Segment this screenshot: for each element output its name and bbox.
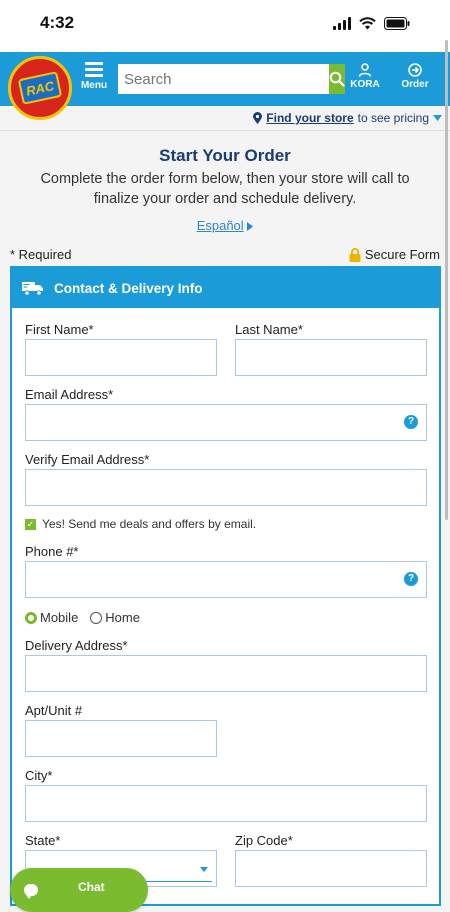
delivery-address-label: Delivery Address* [25,638,128,653]
kora-label: KORA [350,79,380,90]
form-section-title: Contact & Delivery Info [54,280,203,296]
home-radio[interactable] [90,611,103,624]
zip-code-label: Zip Code* [235,833,293,848]
required-note: * Required [10,247,72,262]
chevron-down-icon[interactable] [200,867,208,872]
menu-button[interactable]: Menu [78,62,110,91]
first-name-field[interactable] [25,339,217,376]
deals-checkbox-label: Yes! Send me deals and offers by email. [42,517,257,531]
form-section-header: Contact & Delivery Info [12,268,439,308]
status-bar: 4:32 [0,0,450,52]
chat-button[interactable]: Chat [10,868,148,912]
email-help-icon[interactable]: ? [404,415,418,429]
rac-logo[interactable]: RAC [8,56,72,120]
first-name-label: First Name* [25,322,94,337]
wifi-icon [359,16,376,30]
delivery-address-field[interactable] [25,655,427,692]
menu-label: Menu [80,80,108,91]
mobile-radio[interactable] [25,611,37,624]
signal-icon [333,16,351,30]
page-title: Start Your Order [159,146,291,165]
search-button[interactable] [329,64,345,94]
delivery-truck-icon [22,282,43,296]
city-label: City* [25,768,53,783]
order-button[interactable]: Order [396,63,434,90]
mobile-radio-label: Mobile [40,610,79,625]
status-icons [333,16,410,30]
verify-email-field[interactable] [25,469,427,506]
last-name-field[interactable] [235,339,427,376]
verify-email-label: Verify Email Address* [25,452,150,467]
chevron-down-icon[interactable] [433,114,442,122]
order-label: Order [401,79,429,90]
city-field[interactable] [25,785,427,822]
secure-form-indicator: Secure Form [349,247,440,262]
user-icon [358,63,372,77]
phone-type-mobile[interactable]: Mobile [25,610,78,625]
secure-form-label: Secure Form [364,247,440,262]
find-store-link[interactable]: Find your store [266,111,353,125]
search-icon [329,71,345,87]
divider [0,130,450,131]
phone-type-options: Mobile Home [25,610,152,625]
status-time: 4:32 [40,13,75,32]
email-field[interactable]: ? [25,404,427,441]
zip-code-field[interactable] [235,850,427,887]
arrow-circle-icon [408,63,422,77]
espanol-label: Español [196,218,244,233]
apt-unit-label: Apt/Unit # [25,703,83,718]
apt-unit-field[interactable] [25,720,217,757]
chat-bubble-icon [24,884,38,899]
search-input[interactable] [118,64,329,94]
phone-field[interactable]: ? [25,561,427,598]
state-label: State* [25,833,61,848]
hamburger-icon [78,62,110,77]
intro-description: Complete the order form below, then your… [40,171,410,207]
contact-delivery-form: Contact & Delivery Info First Name* Last… [10,266,441,906]
chevron-right-icon [247,222,254,232]
app-header: RAC Menu KORA Order [0,52,450,120]
email-label: Email Address* [25,387,114,402]
phone-label: Phone #* [25,544,79,559]
find-store-bar: Find your store to see pricing [253,108,442,128]
chat-label: Chat [78,880,105,894]
logo-text: RAC [17,71,63,105]
last-name-label: Last Name* [235,322,303,337]
espanol-link[interactable]: Español [0,218,450,233]
location-pin-icon [253,112,263,124]
deals-checkbox[interactable]: ✓ [25,518,36,530]
page-scrollbar[interactable] [445,40,448,520]
home-radio-label: Home [105,610,140,625]
search-bar [118,64,345,94]
phone-help-icon[interactable]: ? [404,572,418,586]
phone-type-home[interactable]: Home [90,610,140,625]
deals-checkbox-row[interactable]: ✓ Yes! Send me deals and offers by email… [25,517,256,531]
battery-icon [384,16,410,30]
lock-icon [349,247,361,262]
kora-button[interactable]: KORA [348,63,382,90]
store-pricing-text: to see pricing [357,111,429,125]
